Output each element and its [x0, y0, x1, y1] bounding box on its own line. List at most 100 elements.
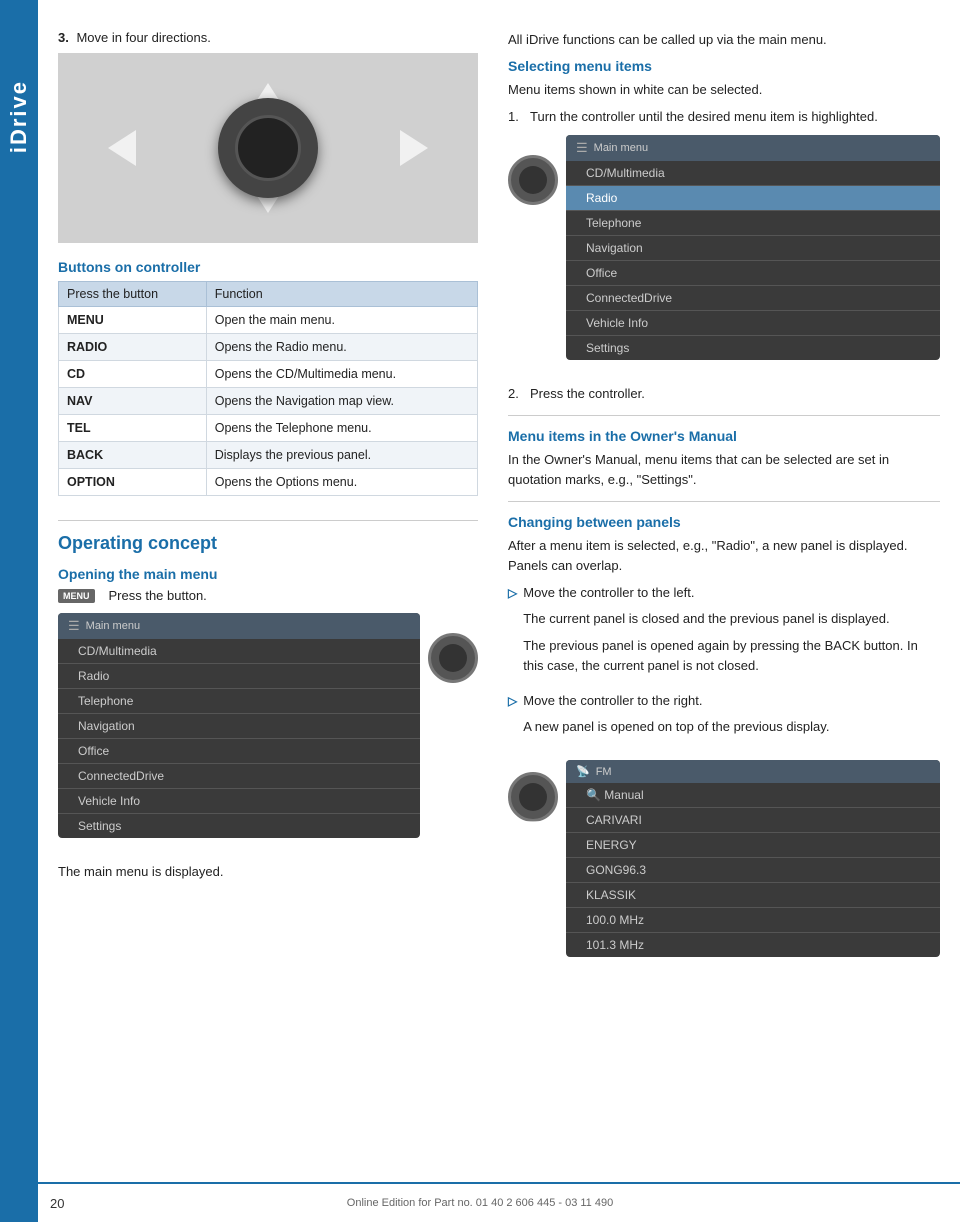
menu-icon: ☰: [68, 618, 80, 634]
fm-title: 📡 FM: [566, 760, 940, 783]
right-step1: 1. Turn the controller until the desired…: [508, 107, 940, 127]
list-item: ConnectedDrive: [58, 764, 420, 789]
left-menu-title: ☰ Main menu: [58, 613, 420, 639]
operating-concept-heading: Operating concept: [58, 533, 478, 554]
fm-knob: [508, 772, 558, 822]
list-item: 🔍 Manual: [566, 783, 940, 808]
step3-text: Move in four directions.: [76, 30, 210, 45]
button-name-cell: NAV: [59, 388, 207, 415]
bullet1-arrow-icon: ▷: [508, 584, 517, 683]
left-menu-wrapper: ☰ Main menu CD/MultimediaRadioTelephoneN…: [58, 613, 478, 850]
controller-image: [58, 53, 478, 243]
left-menu-title-text: Main menu: [86, 620, 140, 632]
fm-title-icon: 📡: [576, 765, 590, 778]
right-menu-title: ☰ Main menu: [566, 135, 940, 161]
fm-items: 🔍 ManualCARIVARIENERGYGONG96.3KLASSIK100…: [566, 783, 940, 957]
changing-panels-intro: After a menu item is selected, e.g., "Ra…: [508, 536, 940, 575]
list-item: Office: [58, 739, 420, 764]
bullet2: ▷ Move the controller to the right. A ne…: [508, 691, 940, 744]
fm-display: 📡 FM 🔍 ManualCARIVARIENERGYGONG96.3KLASS…: [566, 760, 940, 957]
button-name-cell: CD: [59, 361, 207, 388]
table-row: OPTIONOpens the Options menu.: [59, 469, 478, 496]
changing-panels-heading: Changing between panels: [508, 514, 940, 530]
buttons-section-heading: Buttons on controller: [58, 259, 478, 275]
button-name-cell: TEL: [59, 415, 207, 442]
button-function-cell: Displays the previous panel.: [206, 442, 477, 469]
list-item: Telephone: [566, 211, 940, 236]
owners-manual-text: In the Owner's Manual, menu items that c…: [508, 450, 940, 489]
table-row: NAVOpens the Navigation map view.: [59, 388, 478, 415]
button-function-cell: Opens the CD/Multimedia menu.: [206, 361, 477, 388]
list-item: Navigation: [58, 714, 420, 739]
right-menu-wrapper: ☰ Main menu CD/MultimediaRadioTelephoneN…: [508, 135, 940, 372]
sidebar-label: iDrive: [6, 80, 32, 153]
step3-number: 3.: [58, 30, 69, 45]
step3-heading: 3. Move in four directions.: [58, 30, 478, 45]
bullet2-sub1: A new panel is opened on top of the prev…: [523, 717, 829, 737]
list-item: CD/Multimedia: [566, 161, 940, 186]
button-function-cell: Opens the Telephone menu.: [206, 415, 477, 442]
right-step2: 2. Press the controller.: [508, 384, 940, 404]
list-item: Vehicle Info: [566, 311, 940, 336]
page-number: 20: [50, 1196, 64, 1211]
main-menu-displayed-text: The main menu is displayed.: [58, 862, 478, 882]
left-menu-items: CD/MultimediaRadioTelephoneNavigationOff…: [58, 639, 420, 838]
menu-badge: MENU: [58, 589, 95, 603]
footer-text: Online Edition for Part no. 01 40 2 606 …: [347, 1197, 613, 1209]
right-column: All iDrive functions can be called up vi…: [498, 20, 960, 1222]
table-row: BACKDisplays the previous panel.: [59, 442, 478, 469]
owners-manual-heading: Menu items in the Owner's Manual: [508, 428, 940, 444]
right-idrive-menu: ☰ Main menu CD/MultimediaRadioTelephoneN…: [566, 135, 940, 360]
bullet1-content: Move the controller to the left. The cur…: [523, 583, 940, 683]
left-controller-knob: [428, 633, 478, 683]
intro-text: All iDrive functions can be called up vi…: [508, 30, 940, 50]
opening-main-menu-heading: Opening the main menu: [58, 566, 478, 582]
list-item: CD/Multimedia: [58, 639, 420, 664]
table-row: MENUOpen the main menu.: [59, 307, 478, 334]
main-content: 3. Move in four directions. Buttons on c…: [38, 0, 960, 1222]
list-item: ConnectedDrive: [566, 286, 940, 311]
fm-wrapper: 📡 FM 🔍 ManualCARIVARIENERGYGONG96.3KLASS…: [508, 752, 940, 957]
left-idrive-menu: ☰ Main menu CD/MultimediaRadioTelephoneN…: [58, 613, 420, 838]
left-column: 3. Move in four directions. Buttons on c…: [38, 20, 498, 1222]
table-row: CDOpens the CD/Multimedia menu.: [59, 361, 478, 388]
arrow-right-icon: [400, 130, 428, 166]
list-item: CARIVARI: [566, 808, 940, 833]
bullet1-text: Move the controller to the left.: [523, 585, 694, 600]
press-button-line: MENU Press the button.: [58, 588, 478, 603]
bullet2-arrow-icon: ▷: [508, 692, 517, 744]
press-button-text: Press the button.: [109, 588, 207, 603]
selecting-menu-items-intro: Menu items shown in white can be selecte…: [508, 80, 940, 100]
list-item: ENERGY: [566, 833, 940, 858]
right-menu-items: CD/MultimediaRadioTelephoneNavigationOff…: [566, 161, 940, 360]
list-item: Radio: [58, 664, 420, 689]
list-item: Office: [566, 261, 940, 286]
sidebar: iDrive: [0, 0, 38, 1222]
right-step1-number: 1.: [508, 107, 524, 127]
right-controller-knob: [508, 155, 558, 205]
bullet1-sub2: The previous panel is opened again by pr…: [523, 636, 940, 675]
right-step2-text: Press the controller.: [530, 384, 645, 404]
page-footer: 20 Online Edition for Part no. 01 40 2 6…: [0, 1182, 960, 1222]
button-function-cell: Open the main menu.: [206, 307, 477, 334]
list-item: 100.0 MHz: [566, 908, 940, 933]
divider3: [508, 501, 940, 502]
table-col2-header: Function: [206, 282, 477, 307]
button-function-cell: Opens the Navigation map view.: [206, 388, 477, 415]
controller-knob: [218, 98, 318, 198]
right-menu-icon: ☰: [576, 140, 588, 156]
list-item: Settings: [566, 336, 940, 360]
bullet1: ▷ Move the controller to the left. The c…: [508, 583, 940, 683]
buttons-table: Press the button Function MENUOpen the m…: [58, 281, 478, 496]
button-name-cell: BACK: [59, 442, 207, 469]
button-function-cell: Opens the Radio menu.: [206, 334, 477, 361]
list-item: Vehicle Info: [58, 789, 420, 814]
right-step1-text: Turn the controller until the desired me…: [530, 107, 878, 127]
button-name-cell: MENU: [59, 307, 207, 334]
divider: [58, 520, 478, 521]
table-row: TELOpens the Telephone menu.: [59, 415, 478, 442]
fm-title-text: FM: [596, 766, 612, 778]
button-name-cell: OPTION: [59, 469, 207, 496]
list-item: 101.3 MHz: [566, 933, 940, 957]
bullet2-content: Move the controller to the right. A new …: [523, 691, 829, 744]
